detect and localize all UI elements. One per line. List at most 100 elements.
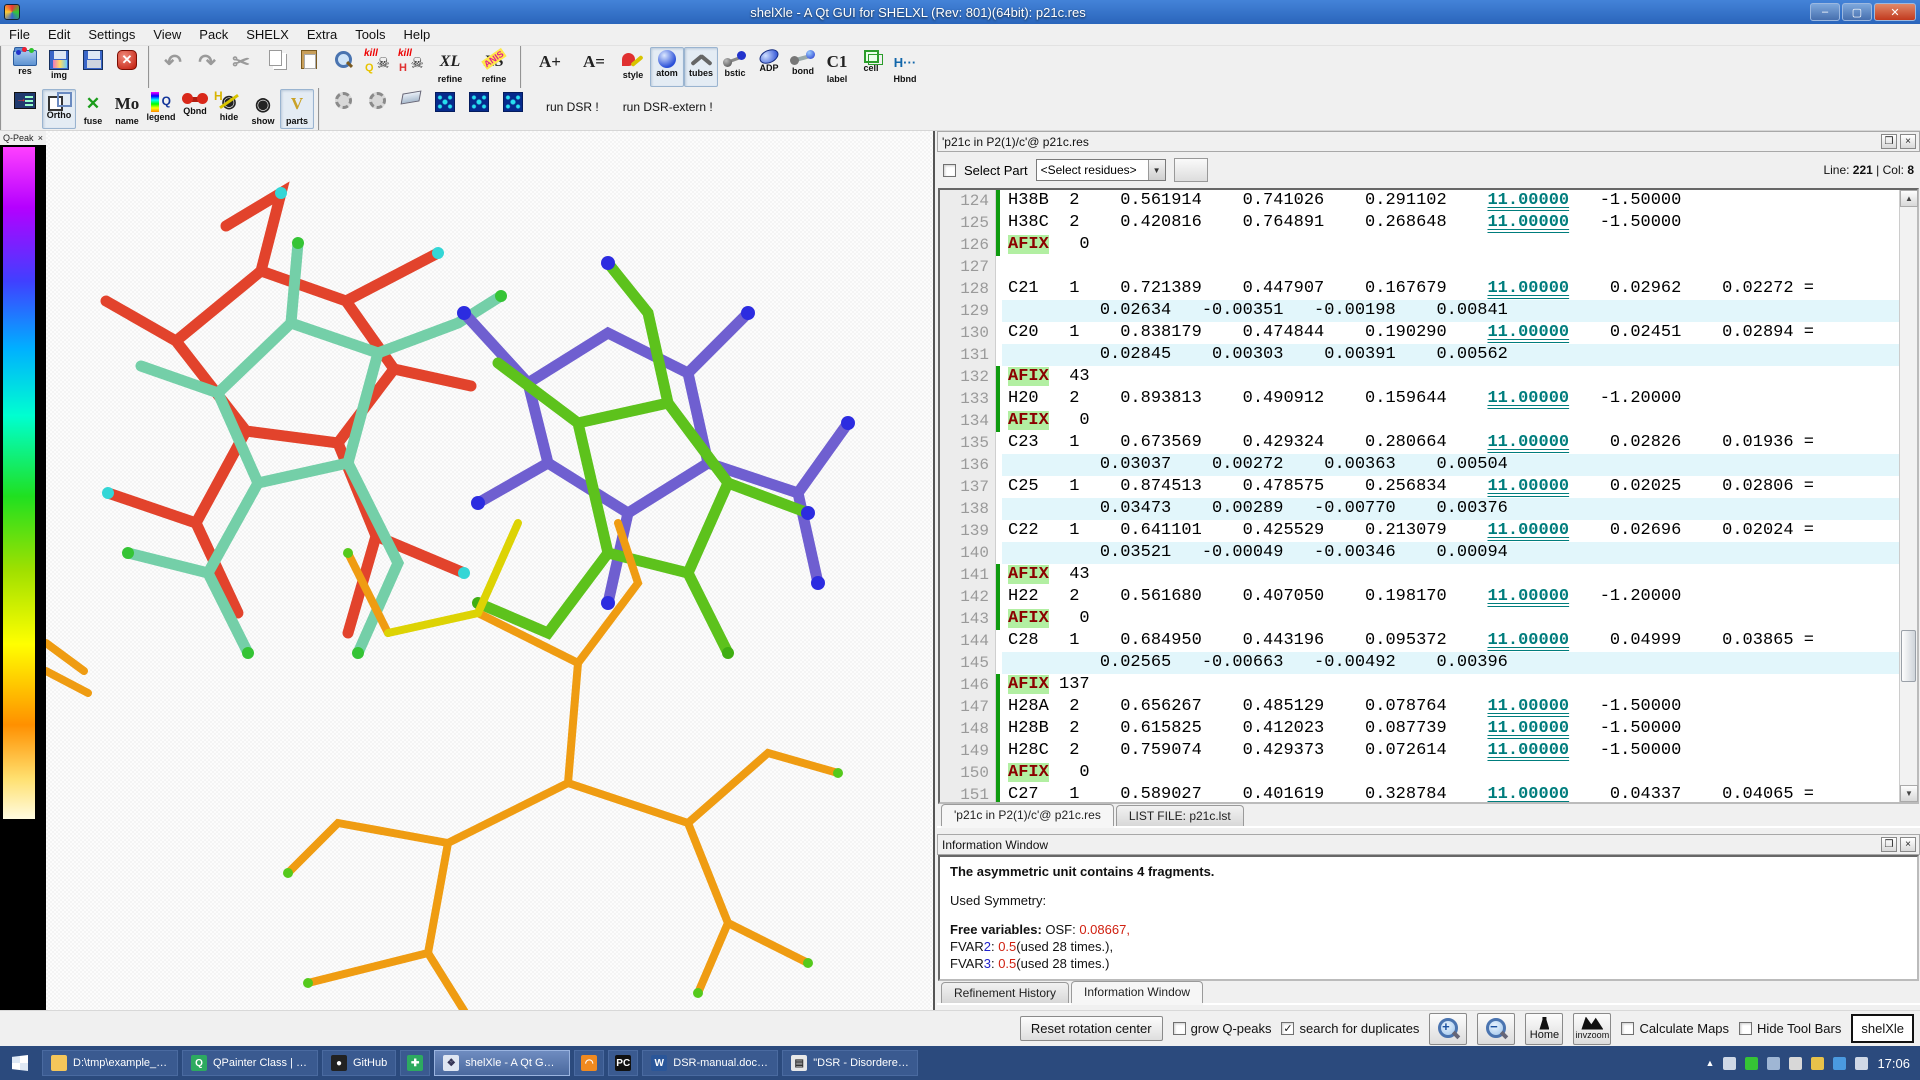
editor-line-145[interactable]: 145 0.02565 -0.00663 -0.00492 0.00396 (940, 652, 1899, 674)
scroll-thumb[interactable] (1901, 630, 1916, 682)
run-dsr-button[interactable]: run DSR ! (540, 96, 605, 118)
editor-line-133[interactable]: 133H20 2 0.893813 0.490912 0.159644 11.0… (940, 388, 1899, 410)
editor-line-139[interactable]: 139C22 1 0.641101 0.425529 0.213079 11.0… (940, 520, 1899, 542)
minimize-button[interactable]: – (1810, 3, 1840, 21)
font-increase-button[interactable]: A+ (528, 47, 572, 87)
title-bar[interactable]: shelXle - A Qt GUI for SHELXL (Rev: 801)… (0, 0, 1920, 24)
taskbar-clock[interactable]: 17:06 (1877, 1056, 1910, 1071)
editor-line-129[interactable]: 129 0.02634 -0.00351 -0.00198 0.00841 (940, 300, 1899, 322)
scroll-down-arrow[interactable]: ▼ (1900, 785, 1918, 802)
editor-close-button[interactable]: × (1900, 134, 1916, 149)
info-tab-0[interactable]: Refinement History (941, 982, 1069, 1003)
copy-button[interactable] (258, 47, 292, 87)
find-button[interactable] (326, 47, 360, 87)
editor-line-131[interactable]: 131 0.02845 0.00303 0.00391 0.00562 (940, 344, 1899, 366)
taskbar-item-github[interactable]: ●GitHub (322, 1050, 396, 1076)
grow-qpeaks-checkbox[interactable]: grow Q-peaks (1173, 1021, 1272, 1036)
rename-button[interactable]: Moname (110, 89, 144, 129)
info-float-button[interactable]: ❒ (1881, 837, 1897, 852)
run-shelxl-refine-button[interactable]: XLrefine (428, 47, 472, 87)
maximize-button[interactable]: ▢ (1842, 3, 1872, 21)
zoom-out-button[interactable]: − (1477, 1013, 1515, 1045)
editor-line-124[interactable]: 124H38B 2 0.561914 0.741026 0.291102 11.… (940, 190, 1899, 212)
calculate-maps-checkbox[interactable]: Calculate Maps (1621, 1021, 1729, 1036)
run-dsr-extern-button[interactable]: run DSR-extern ! (617, 96, 719, 118)
editor-line-137[interactable]: 137C25 1 0.874513 0.478575 0.256834 11.0… (940, 476, 1899, 498)
taskbar-item-notepad[interactable]: ▤"DSR - Disordered Str... (782, 1050, 918, 1076)
run-xs-anis-refine-button[interactable]: XSANISrefine (472, 47, 516, 87)
kill-q-peaks-button[interactable]: kill☠Q (360, 47, 394, 87)
molecule-viewer[interactable] (46, 131, 935, 1010)
close-button[interactable]: ✕ (1874, 3, 1916, 21)
tray-flag-icon[interactable] (1833, 1057, 1846, 1070)
cut-button[interactable]: ✂ (224, 47, 258, 87)
taskbar-item-qt[interactable]: QQPainter Class | Qt G... (182, 1050, 318, 1076)
menu-pack[interactable]: Pack (190, 25, 237, 44)
editor-line-130[interactable]: 130C20 1 0.838179 0.474844 0.190290 11.0… (940, 322, 1899, 344)
hbond-toggle-button[interactable]: H···Hbnd (888, 47, 922, 87)
editor-line-143[interactable]: 143AFIX 0 (940, 608, 1899, 630)
taskbar-item-shelxle[interactable]: ❖shelXle - A Qt GUI fo... (434, 1050, 570, 1076)
reset-rotation-center-button[interactable]: Reset rotation center (1020, 1016, 1163, 1041)
abort-stop-button[interactable]: ✕ (110, 47, 144, 87)
editor-tab-1[interactable]: LIST FILE: p21c.lst (1116, 805, 1244, 826)
parts-button[interactable]: Vparts (280, 89, 314, 129)
taskbar-item-pc[interactable]: PC (608, 1050, 638, 1076)
residues-dropdown[interactable]: <Select residues> ▼ (1036, 159, 1166, 181)
menu-settings[interactable]: Settings (79, 25, 144, 44)
undo-button[interactable]: ↶ (156, 47, 190, 87)
editor-line-136[interactable]: 136 0.03037 0.00272 0.00363 0.00504 (940, 454, 1899, 476)
tray-chrome-icon[interactable] (1811, 1057, 1824, 1070)
menu-shelx[interactable]: SHELX (237, 25, 298, 44)
qpeak-close-icon[interactable]: × (38, 133, 43, 143)
symmetry-pattern-2-button[interactable] (462, 89, 496, 129)
adp-mode-button[interactable]: ADP (752, 47, 786, 87)
q-bonds-button[interactable]: Qbnd (178, 89, 212, 129)
taskbar-item-folder[interactable]: D:\tmp\example_ne... (42, 1050, 178, 1076)
editor-line-151[interactable]: 151C27 1 0.589027 0.401619 0.328784 11.0… (940, 784, 1899, 802)
editor-line-138[interactable]: 138 0.03473 0.00289 -0.00770 0.00376 (940, 498, 1899, 520)
eraser-button[interactable] (394, 89, 428, 129)
editor-line-128[interactable]: 128C21 1 0.721389 0.447907 0.167679 11.0… (940, 278, 1899, 300)
tubes-mode-button[interactable]: tubes (684, 47, 718, 87)
taskbar-item-word[interactable]: WDSR-manual.docx - ... (642, 1050, 778, 1076)
select-part-checkbox[interactable] (943, 164, 956, 177)
screenshot-1-button[interactable] (326, 89, 360, 129)
redo-button[interactable]: ↷ (190, 47, 224, 87)
editor-tab-0[interactable]: 'p21c in P2(1)/c'@ p21c.res (941, 804, 1114, 826)
editor-line-142[interactable]: 142H22 2 0.561680 0.407050 0.198170 11.0… (940, 586, 1899, 608)
taskbar-item-green-app[interactable]: ✚ (400, 1050, 430, 1076)
editor-float-button[interactable]: ❒ (1881, 134, 1897, 149)
fuse-view-button[interactable]: Ortho (42, 89, 76, 129)
hide-hydrogens-button[interactable]: ◉hide (212, 89, 246, 129)
tray-green-status-icon[interactable] (1745, 1057, 1758, 1070)
info-close-button[interactable]: × (1900, 837, 1916, 852)
editor-line-150[interactable]: 150AFIX 0 (940, 762, 1899, 784)
bond-mode-button[interactable]: bond (786, 47, 820, 87)
editor-scrollbar[interactable]: ▲ ▼ (1899, 190, 1917, 802)
menu-edit[interactable]: Edit (39, 25, 79, 44)
search-duplicates-checkbox[interactable]: ✓search for duplicates (1281, 1021, 1419, 1036)
hide-toolbars-checkbox[interactable]: Hide Tool Bars (1739, 1021, 1841, 1036)
menu-tools[interactable]: Tools (346, 25, 394, 44)
symmetry-pattern-1-button[interactable] (428, 89, 462, 129)
start-button[interactable] (0, 1046, 40, 1080)
save-img-button[interactable]: img (42, 47, 76, 87)
tray-battery-icon[interactable] (1723, 1057, 1736, 1070)
editor-line-149[interactable]: 149H28C 2 0.759074 0.429373 0.072614 11.… (940, 740, 1899, 762)
menu-help[interactable]: Help (395, 25, 440, 44)
editor-line-125[interactable]: 125H38C 2 0.420816 0.764891 0.268648 11.… (940, 212, 1899, 234)
info-tab-1[interactable]: Information Window (1071, 981, 1203, 1003)
invzoom-button[interactable]: invzoom (1573, 1013, 1611, 1045)
paste-button[interactable] (292, 47, 326, 87)
menu-extra[interactable]: Extra (298, 25, 346, 44)
style-button[interactable]: style (616, 47, 650, 87)
font-decrease-button[interactable]: A= (572, 47, 616, 87)
editor-line-140[interactable]: 140 0.03521 -0.00049 -0.00346 0.00094 (940, 542, 1899, 564)
editor-line-127[interactable]: 127 (940, 256, 1899, 278)
symmetry-pattern-3-button[interactable] (496, 89, 530, 129)
open-res-button[interactable]: res (8, 47, 42, 87)
kill-hydrogens-button[interactable]: kill☠H (394, 47, 428, 87)
zoom-in-button[interactable]: + (1429, 1013, 1467, 1045)
editor-line-148[interactable]: 148H28B 2 0.615825 0.412023 0.087739 11.… (940, 718, 1899, 740)
